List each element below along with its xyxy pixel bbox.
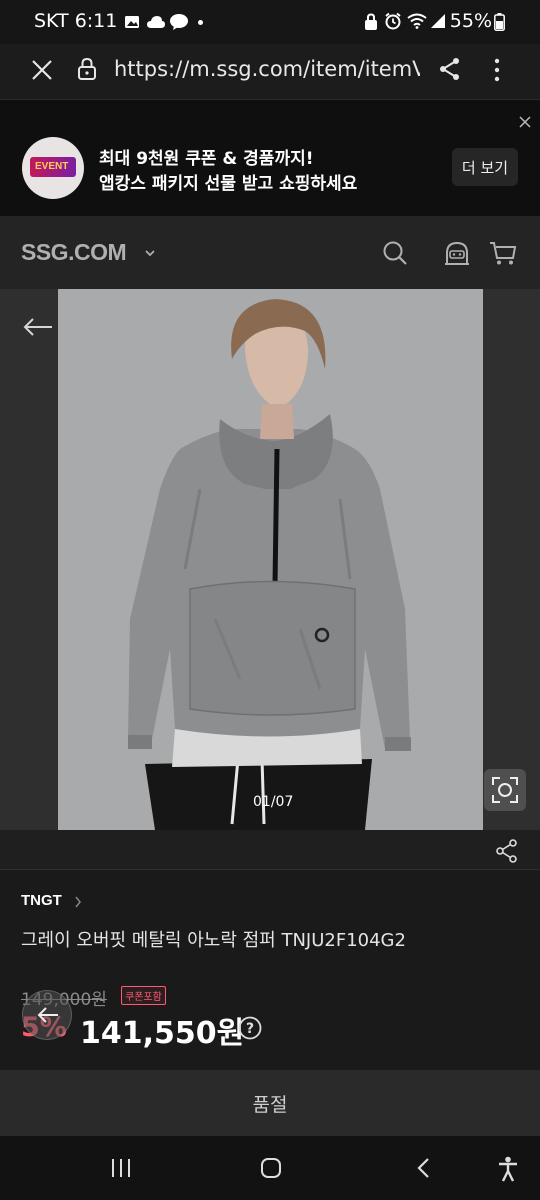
gallery-notification-icon: [124, 14, 140, 30]
accessibility-icon[interactable]: [497, 1156, 519, 1182]
browser-toolbar: https://m.ssg.com/item/itemView: [0, 44, 540, 100]
secure-lock-icon[interactable]: [77, 57, 97, 81]
chatbot-icon[interactable]: [444, 240, 470, 268]
carrier-time: SKT 6:11: [34, 10, 118, 32]
search-icon[interactable]: [382, 240, 408, 266]
camera-scan-icon: [491, 776, 519, 804]
brand-link[interactable]: TNGT: [21, 892, 62, 909]
gallery-prev-arrow-icon[interactable]: [22, 317, 54, 337]
alarm-icon: [384, 12, 402, 30]
share-icon[interactable]: [439, 57, 461, 81]
product-photo: [0, 289, 540, 830]
gallery-counter: 01/07: [253, 794, 294, 810]
status-bar: SKT 6:11 55%: [0, 0, 540, 44]
floating-back-button[interactable]: [22, 990, 72, 1040]
banner-more-button[interactable]: 더 보기: [452, 148, 518, 186]
event-badge-label: EVENT: [35, 161, 69, 172]
signal-icon: [430, 13, 446, 29]
share-row: [0, 830, 540, 870]
product-share-icon[interactable]: [496, 839, 518, 863]
lock-status-icon: [364, 13, 378, 31]
banner-close-icon[interactable]: [519, 116, 531, 128]
product-title: 그레이 오버핏 메탈릭 아노락 점퍼 TNJU2F104G2: [21, 930, 406, 951]
sold-out-button[interactable]: 품절: [0, 1070, 540, 1136]
product-image-gallery[interactable]: 01/07: [0, 289, 540, 830]
wifi-icon: [407, 13, 427, 29]
image-search-button[interactable]: [484, 769, 526, 811]
system-nav-bar: [0, 1136, 540, 1200]
url-bar[interactable]: https://m.ssg.com/item/itemView: [114, 57, 420, 81]
battery-level: 55%: [449, 10, 492, 32]
back-icon[interactable]: [416, 1157, 430, 1179]
sale-price: 141,550원: [80, 1016, 245, 1051]
banner-subline: 앱캉스 패키지 선물 받고 쇼핑하세요: [99, 174, 358, 194]
banner-headline: 최대 9천원 쿠폰 & 경품까지!: [99, 149, 314, 169]
brand-chevron-right-icon[interactable]: [74, 896, 82, 908]
dot-icon: [198, 20, 203, 25]
site-logo[interactable]: SSG.COM: [21, 239, 127, 266]
event-badge: EVENT: [22, 137, 84, 199]
site-header: SSG.COM: [0, 216, 540, 289]
price-info-icon[interactable]: ?: [238, 1016, 262, 1040]
coupon-included-badge: 쿠폰포함: [121, 986, 166, 1005]
svg-text:?: ?: [246, 1021, 254, 1037]
close-icon[interactable]: [31, 59, 53, 81]
battery-icon: [494, 13, 505, 31]
cloud-icon: [146, 15, 166, 29]
more-options-icon[interactable]: [494, 58, 500, 82]
back-arrow-icon: [36, 1006, 60, 1024]
event-banner[interactable]: EVENT 최대 9천원 쿠폰 & 경품까지! 앱캉스 패키지 선물 받고 쇼핑…: [0, 100, 540, 216]
cart-icon[interactable]: [489, 240, 517, 266]
talk-icon: [169, 13, 189, 31]
recent-apps-icon[interactable]: [110, 1158, 132, 1178]
chevron-down-icon[interactable]: [145, 249, 155, 257]
home-icon[interactable]: [260, 1157, 282, 1179]
